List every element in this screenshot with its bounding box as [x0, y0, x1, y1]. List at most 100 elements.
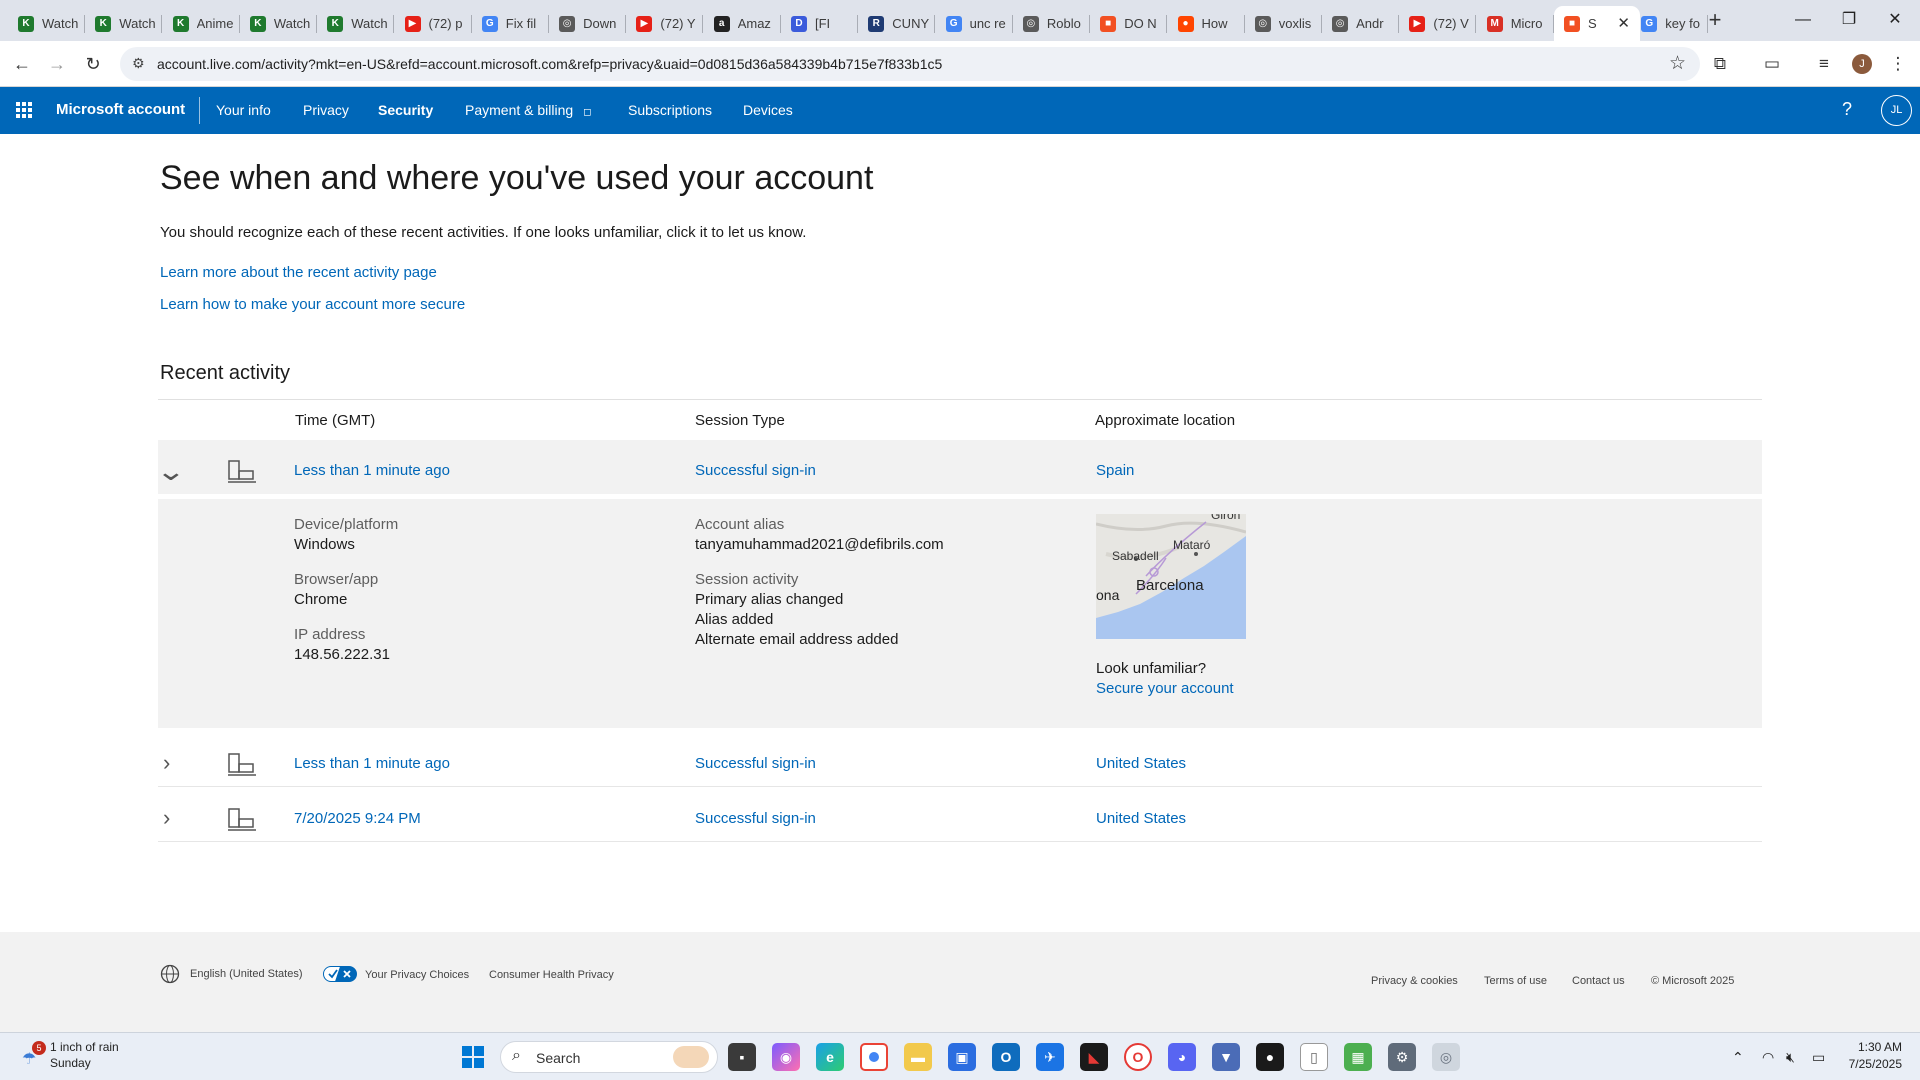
browser-tab[interactable]: K Watch — [8, 6, 85, 41]
privacy-choices-link[interactable]: Your Privacy Choices — [365, 969, 469, 981]
browser-tab[interactable]: ● How — [1168, 6, 1245, 41]
settings-icon[interactable]: ⚙ — [1388, 1043, 1416, 1071]
activity-time[interactable]: Less than 1 minute ago — [294, 755, 450, 772]
fingerprint-app-icon[interactable]: ◎ — [1432, 1043, 1460, 1071]
browser-tab[interactable]: ◎ Roblo — [1013, 6, 1090, 41]
tray-overflow-icon[interactable]: ⌃ — [1732, 1049, 1744, 1066]
activity-location[interactable]: United States — [1096, 755, 1186, 772]
learn-more-link[interactable]: Learn more about the recent activity pag… — [160, 264, 437, 281]
expand-chevron-icon[interactable]: › — [163, 750, 170, 776]
site-info-icon[interactable]: ⚙ — [132, 55, 145, 72]
edge-icon[interactable]: e — [816, 1043, 844, 1071]
browser-tab[interactable]: K Watch — [240, 6, 317, 41]
activity-session[interactable]: Successful sign-in — [695, 462, 816, 479]
nav-subscriptions[interactable]: Subscriptions — [628, 102, 712, 118]
forward-icon[interactable]: → — [45, 52, 69, 76]
wifi-icon[interactable]: ◠ — [1762, 1049, 1774, 1066]
browser-tab[interactable]: D [FI — [781, 6, 858, 41]
tab-favicon-icon: K — [95, 15, 112, 32]
privacy-cookies-link[interactable]: Privacy & cookies — [1371, 975, 1458, 987]
tab-favicon-icon: ◎ — [559, 15, 576, 32]
browser-tab[interactable]: Gunc re — [936, 6, 1013, 41]
browser-tab[interactable]: ◎ voxlis — [1245, 6, 1322, 41]
discord-icon[interactable]: ◕ — [1168, 1043, 1196, 1071]
profile-avatar[interactable]: J — [1852, 54, 1872, 74]
copilot-icon[interactable]: ◉ — [772, 1043, 800, 1071]
app-launcher-icon[interactable] — [16, 102, 32, 118]
activity-time[interactable]: Less than 1 minute ago — [294, 462, 450, 479]
browser-tab[interactable]: K Watch — [85, 6, 163, 41]
secure-your-account-link[interactable]: Secure your account — [1096, 680, 1234, 697]
browser-tab[interactable]: M Micro — [1477, 6, 1554, 41]
nav-privacy[interactable]: Privacy — [303, 102, 349, 118]
activity-time[interactable]: 7/20/2025 9:24 PM — [294, 810, 421, 827]
url-text[interactable]: account.live.com/activity?mkt=en-US&refd… — [157, 56, 942, 72]
secure-account-help-link[interactable]: Learn how to make your account more secu… — [160, 296, 465, 313]
browser-tab[interactable]: ◎ Andr — [1322, 6, 1400, 41]
chrome-icon[interactable] — [860, 1043, 888, 1071]
outlook-icon[interactable]: O — [992, 1043, 1020, 1071]
bookmark-star-icon[interactable]: ☆ — [1669, 52, 1686, 75]
browser-tab[interactable]: R CUNY — [858, 6, 936, 41]
weather-widget[interactable]: 1 inch of rain Sunday — [50, 1039, 119, 1071]
chrome-menu-icon[interactable]: ⋮ — [1886, 52, 1910, 76]
browser-tab[interactable]: G Fix fil — [472, 6, 549, 41]
minecraft-icon[interactable]: ▦ — [1344, 1043, 1372, 1071]
brand-link[interactable]: Microsoft account — [56, 101, 185, 118]
section-title: Recent activity — [160, 362, 291, 384]
side-panel-icon[interactable]: ▭ — [1760, 52, 1784, 76]
battery-icon[interactable]: ▭ — [1812, 1049, 1825, 1066]
browser-tab[interactable]: a Amaz — [704, 6, 781, 41]
pin-app-icon[interactable]: ✈ — [1036, 1043, 1064, 1071]
language-selector[interactable]: English (United States) — [190, 968, 303, 980]
terms-of-use-link[interactable]: Terms of use — [1484, 975, 1547, 987]
back-icon[interactable]: ← — [10, 52, 34, 76]
extensions-icon[interactable]: ⧉ — [1708, 52, 1732, 76]
session-activity-label: Session activity — [695, 571, 799, 588]
tab-favicon-icon: G — [1641, 15, 1658, 32]
obs-icon[interactable]: ● — [1256, 1043, 1284, 1071]
nav-payment-billing[interactable]: Payment & billing ◻ — [465, 102, 591, 118]
system-clock[interactable]: 1:30 AM 7/25/2025 — [1840, 1039, 1902, 1073]
activity-session[interactable]: Successful sign-in — [695, 810, 816, 827]
activity-location[interactable]: United States — [1096, 810, 1186, 827]
account-avatar[interactable]: JL — [1881, 95, 1912, 126]
minimize-button[interactable]: — — [1780, 6, 1826, 34]
taskbar-search[interactable]: ⌕ Search — [500, 1041, 718, 1073]
weather-widget-icon[interactable]: ☂ 5 — [20, 1041, 46, 1068]
reload-icon[interactable]: ↻ — [81, 52, 105, 76]
browser-tab[interactable]: Gkey fo — [1631, 6, 1709, 41]
browser-tab[interactable]: ◎ Down — [549, 6, 627, 41]
collapse-chevron-icon[interactable]: ⌄ — [156, 456, 187, 487]
nav-your-info[interactable]: Your info — [216, 102, 271, 118]
notepad-icon[interactable]: ▯ — [1300, 1043, 1328, 1071]
file-explorer-icon[interactable]: ▬ — [904, 1043, 932, 1071]
restore-button[interactable]: ❐ — [1826, 6, 1872, 34]
close-window-button[interactable]: ✕ — [1872, 6, 1918, 34]
nav-security[interactable]: Security — [378, 102, 433, 118]
media-controls-icon[interactable]: ≡ — [1812, 52, 1836, 76]
close-tab-icon[interactable]: ✕ — [1617, 14, 1630, 32]
browser-tab[interactable]: ▶ (72) p — [395, 6, 472, 41]
browser-tab[interactable]: K Anime — [163, 6, 240, 41]
expand-chevron-icon[interactable]: › — [163, 805, 170, 831]
bookmark-app-icon[interactable]: ▼ — [1212, 1043, 1240, 1071]
address-bar[interactable]: ⚙ account.live.com/activity?mkt=en-US&re… — [120, 47, 1700, 81]
help-icon[interactable]: ? — [1842, 99, 1852, 120]
task-view-icon[interactable]: ▪ — [728, 1043, 756, 1071]
activity-session[interactable]: Successful sign-in — [695, 755, 816, 772]
browser-tab-active[interactable]: ■ S ✕ — [1554, 6, 1640, 41]
browser-tab[interactable]: ▶ (72) Y — [626, 6, 704, 41]
opera-icon[interactable]: O — [1124, 1043, 1152, 1071]
start-button[interactable] — [462, 1046, 484, 1068]
nav-devices[interactable]: Devices — [743, 102, 793, 118]
activity-location[interactable]: Spain — [1096, 462, 1134, 479]
store-icon[interactable]: ▣ — [948, 1043, 976, 1071]
browser-tab[interactable]: K Watch — [317, 6, 395, 41]
game-app-icon[interactable]: ◣ — [1080, 1043, 1108, 1071]
contact-us-link[interactable]: Contact us — [1572, 975, 1625, 987]
consumer-health-privacy-link[interactable]: Consumer Health Privacy — [489, 969, 614, 981]
browser-tab[interactable]: ▶ (72) V — [1399, 6, 1477, 41]
browser-tab[interactable]: ■ DO N — [1090, 6, 1168, 41]
volume-muted-icon[interactable]: 🔇︎ — [1786, 1049, 1795, 1066]
